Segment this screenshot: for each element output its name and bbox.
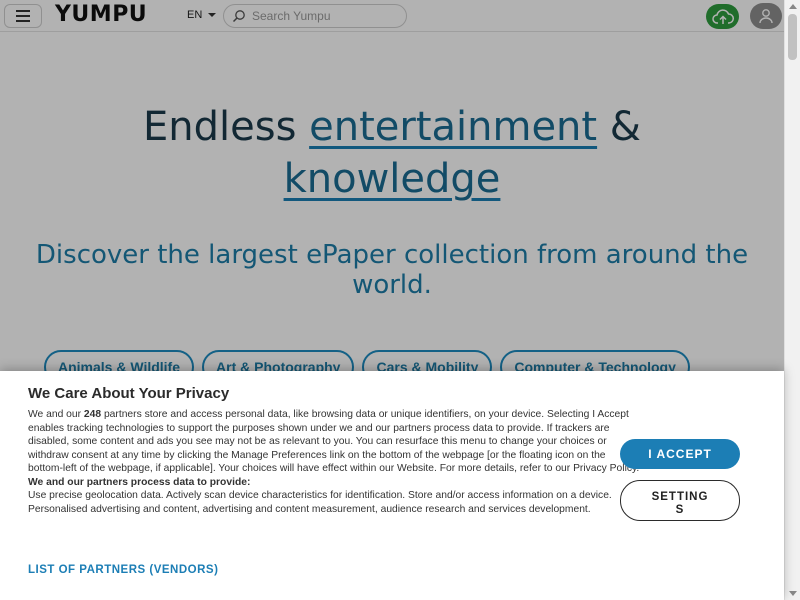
list-of-partners-link[interactable]: LIST OF PARTNERS (VENDORS) xyxy=(28,564,218,576)
scrollbar[interactable] xyxy=(784,0,800,600)
partner-count: 248 xyxy=(83,409,102,420)
scroll-down-icon[interactable] xyxy=(789,591,797,596)
consent-title: We Care About Your Privacy xyxy=(28,385,230,402)
consent-process-heading: We and our partners process data to prov… xyxy=(28,476,251,488)
accept-button[interactable]: I ACCEPT xyxy=(620,439,740,469)
consent-intro-text: partners store and access personal data,… xyxy=(28,409,640,474)
consent-body: We and our 248 partners store and access… xyxy=(28,408,643,516)
consent-intro: We and our 248 partners store and access… xyxy=(28,408,643,476)
consent-intro-text: We and our xyxy=(28,409,84,420)
settings-button[interactable]: SETTINGS xyxy=(620,480,740,521)
privacy-consent-dialog: We Care About Your Privacy We and our 24… xyxy=(0,371,784,600)
scroll-up-icon[interactable] xyxy=(789,4,797,9)
scroll-thumb[interactable] xyxy=(788,14,797,60)
consent-purposes: Use precise geolocation data. Actively s… xyxy=(28,490,612,515)
